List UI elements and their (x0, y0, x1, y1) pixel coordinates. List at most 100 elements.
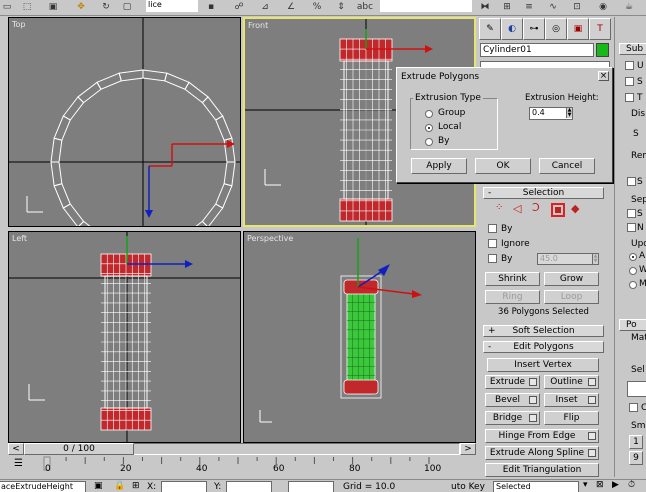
extrude-button[interactable]: Extrude (485, 375, 540, 389)
edit-polygons-rollout-header[interactable]: - Edit Polygons (483, 341, 604, 353)
curve-editor-icon[interactable]: ∿ (546, 0, 560, 14)
extrusion-height-arrows[interactable]: ▲ ▼ (566, 108, 572, 118)
apply-button[interactable]: Apply (411, 158, 467, 174)
z-coord-field[interactable] (288, 481, 334, 492)
window-crossing-icon[interactable]: ⬚ (20, 0, 34, 14)
extrude-spline-settings-icon[interactable] (588, 449, 596, 457)
render-icon[interactable]: ☕ (622, 0, 636, 14)
perspective-viewport[interactable]: Perspective (243, 231, 476, 443)
loop-button[interactable]: Loop (544, 290, 599, 304)
sub-rollout-header[interactable]: Sub (619, 43, 646, 55)
far-checkbox-3[interactable] (625, 93, 634, 102)
extrude-along-spline-button[interactable]: Extrude Along Spline (485, 446, 599, 460)
smoothing-group-1-button[interactable]: 1 (629, 435, 643, 449)
move-icon[interactable]: ✥ (74, 0, 88, 14)
spinner-snap-icon[interactable]: ⇕ (334, 0, 348, 14)
shrink-button[interactable]: Shrink (485, 272, 540, 286)
far-checkbox-2[interactable] (625, 77, 634, 86)
far-sel-field[interactable] (627, 381, 646, 397)
angle-snap-icon[interactable]: ∠ (284, 0, 298, 14)
select-region-icon[interactable]: ▭ (0, 0, 14, 14)
auto-key-label[interactable]: uto Key (451, 481, 485, 492)
mirror-icon[interactable]: ⧓ (478, 0, 492, 14)
ignore-backfacing-checkbox[interactable] (488, 239, 497, 248)
schematic-icon[interactable]: ⊡ (570, 0, 584, 14)
inset-settings-icon[interactable] (588, 396, 596, 404)
create-tab-icon[interactable]: ✎ (479, 18, 501, 40)
border-mode-icon[interactable]: Ͻ (532, 201, 540, 214)
far-c-checkbox[interactable] (629, 403, 638, 412)
hierarchy-tab-icon[interactable]: ⊶ (523, 18, 545, 40)
reference-coord-dropdown[interactable]: lice (146, 0, 198, 12)
time-next-icon[interactable]: > (460, 443, 476, 455)
viewport-label-top[interactable]: Top (12, 20, 26, 29)
object-name-field[interactable]: Cylinder01 (480, 43, 594, 57)
element-mode-icon[interactable]: ◆ (571, 202, 579, 215)
key-filters-icon[interactable]: ⊠ (596, 480, 604, 490)
x-coord-field[interactable] (161, 481, 207, 492)
extrude-settings-icon[interactable] (529, 378, 537, 386)
percent-snap-icon[interactable]: % (310, 0, 324, 14)
scale-icon[interactable]: ▢ (120, 0, 134, 14)
far-radio-3[interactable] (629, 281, 637, 289)
far-checkbox-6[interactable] (627, 223, 636, 232)
viewport-label-left[interactable]: Left (12, 234, 27, 243)
layer-icon[interactable]: ≡ (522, 0, 536, 14)
insert-vertex-button[interactable]: Insert Vertex (487, 358, 599, 372)
edge-mode-icon[interactable]: ◁ (513, 202, 521, 215)
polygon-mode-icon[interactable] (551, 203, 565, 217)
viewport-label-perspective[interactable]: Perspective (247, 234, 293, 243)
ring-button[interactable]: Ring (485, 290, 540, 304)
angle-spinner[interactable]: 45.0 ▲ ▼ (537, 253, 599, 265)
soft-selection-rollout-header[interactable]: + Soft Selection (483, 325, 604, 337)
playback-icon[interactable]: ▶ (612, 480, 619, 490)
far-checkbox-1[interactable] (625, 61, 634, 70)
maxscript-prompt[interactable]: aceExtrudeHeight (0, 481, 86, 492)
far-checkbox-4[interactable] (627, 177, 636, 186)
left-viewport[interactable]: Left (8, 231, 241, 443)
time-prev-icon[interactable]: < (8, 443, 24, 455)
material-editor-icon[interactable]: ◉ (596, 0, 610, 14)
cancel-button[interactable]: Cancel (539, 158, 595, 174)
bevel-settings-icon[interactable] (529, 396, 537, 404)
time-slider[interactable]: < 0 / 100 > (8, 443, 476, 456)
display-tab-icon[interactable]: ▣ (567, 18, 589, 40)
named-selection-field[interactable] (380, 0, 472, 12)
pivot-icon[interactable]: ▪ (204, 0, 218, 14)
bridge-button[interactable]: Bridge (485, 411, 540, 425)
smoothing-group-9-button[interactable]: 9 (629, 451, 643, 465)
named-selection-icon[interactable]: abc (357, 0, 373, 14)
grow-button[interactable]: Grow (544, 272, 599, 286)
extrusion-local-radio[interactable] (425, 124, 433, 132)
time-config-icon[interactable]: ⏱ (628, 480, 635, 490)
time-slider-thumb[interactable]: 0 / 100 (24, 443, 134, 455)
dialog-close-button[interactable]: × (598, 71, 609, 81)
far-radio-2[interactable] (629, 267, 637, 275)
lock-icon[interactable]: 🔒 (114, 481, 125, 491)
select-object-icon[interactable]: ▣ (46, 0, 60, 14)
key-filter-dropdown[interactable]: Selected (493, 481, 579, 492)
select-manipulate-icon[interactable]: ☍ (232, 0, 246, 14)
inset-button[interactable]: Inset (544, 393, 599, 407)
far-checkbox-5[interactable] (627, 209, 636, 218)
hinge-settings-icon[interactable] (588, 432, 596, 440)
by-angle-checkbox[interactable] (488, 254, 497, 263)
bevel-button[interactable]: Bevel (485, 393, 540, 407)
selection-rollout-header[interactable]: - Selection (483, 187, 604, 199)
extrusion-height-spinner[interactable]: 0.4 ▲ ▼ (529, 107, 573, 120)
align-icon[interactable]: ⊞ (500, 0, 514, 14)
rotate-icon[interactable]: ↻ (99, 0, 113, 14)
extrusion-group-radio[interactable] (425, 110, 433, 118)
edit-triangulation-button[interactable]: Edit Triangulation (485, 463, 599, 477)
vertex-mode-icon[interactable]: ⁘ (495, 202, 503, 213)
motion-tab-icon[interactable]: ◎ (545, 18, 567, 40)
outline-button[interactable]: Outline (544, 375, 599, 389)
extrusion-by-radio[interactable] (425, 138, 433, 146)
ok-button[interactable]: OK (475, 158, 531, 174)
object-color-swatch[interactable] (596, 43, 609, 57)
status-selection-icon[interactable]: ▣ (94, 481, 103, 491)
flip-button[interactable]: Flip (544, 411, 599, 425)
snap-icon[interactable]: ⊿ (258, 0, 272, 14)
outline-settings-icon[interactable] (588, 378, 596, 386)
far-radio-1[interactable] (629, 253, 637, 261)
